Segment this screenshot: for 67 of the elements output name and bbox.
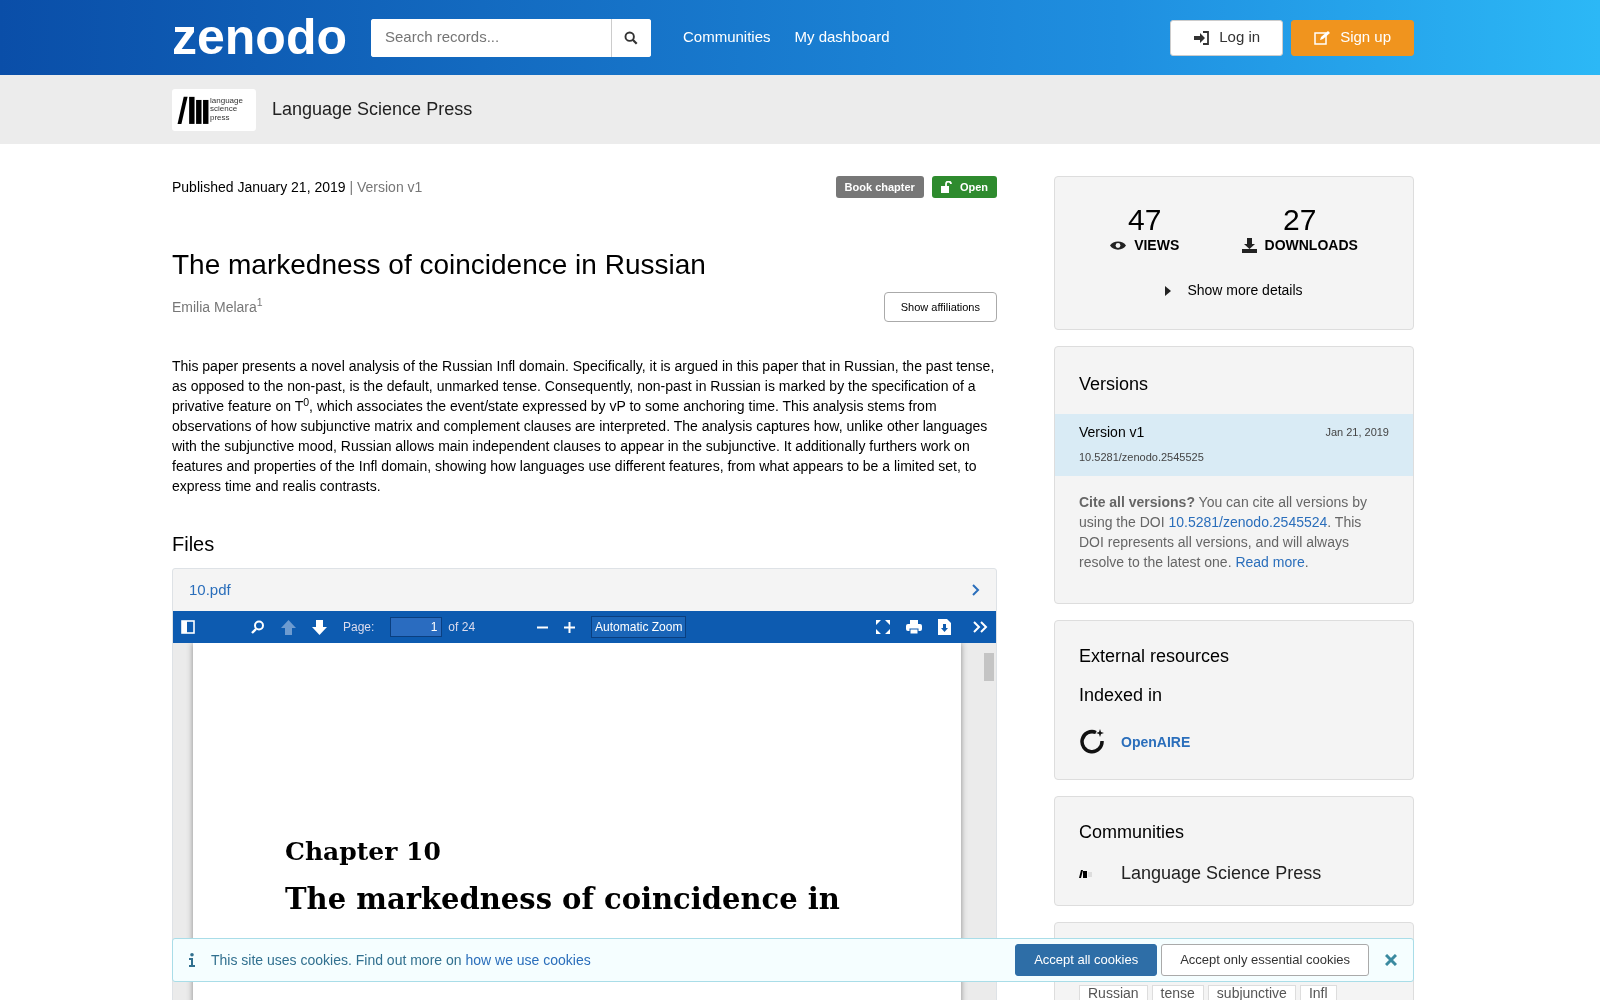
- version-label: | Version v1: [349, 178, 423, 195]
- community-logo[interactable]: language science press: [172, 88, 256, 131]
- record-title: The markedness of coincidence in Russian: [172, 248, 707, 282]
- login-arrow-icon: [1193, 30, 1210, 45]
- search-icon[interactable]: [251, 620, 265, 635]
- keyword-tag[interactable]: subjunctive: [1207, 985, 1296, 1000]
- type-badge: Book chapter: [835, 175, 924, 199]
- community-link[interactable]: Language Science Press: [1121, 860, 1322, 887]
- close-icon[interactable]: [1385, 954, 1397, 966]
- search-field[interactable]: Search records...: [371, 18, 651, 57]
- communities-heading: Communities: [1079, 821, 1186, 844]
- files-heading: Files: [172, 532, 216, 557]
- show-affiliations-button[interactable]: Show affiliations: [883, 291, 997, 323]
- author-name[interactable]: Emilia Melara$^{1}$: [172, 296, 263, 318]
- views-label: VIEWS: [1134, 236, 1180, 255]
- search-button[interactable]: [611, 18, 651, 57]
- chapter-number: Chapter 10: [285, 836, 442, 869]
- cookie-message: This site uses cookies. Find out more on how we use cookies: [211, 950, 591, 970]
- login-button[interactable]: Log in: [1170, 19, 1284, 56]
- community-logo-text: language science press: [210, 96, 243, 123]
- eye-icon: [1110, 240, 1127, 251]
- download-icon[interactable]: [938, 619, 951, 636]
- arrow-down-icon[interactable]: [312, 619, 327, 635]
- pencil-square-icon: [1314, 29, 1331, 46]
- keyword-tag[interactable]: Russian: [1079, 985, 1148, 1000]
- show-more-details-link[interactable]: Show more details: [1055, 280, 1413, 301]
- read-more-link[interactable]: Read more: [1235, 553, 1305, 570]
- keyword-tag[interactable]: Infl: [1299, 985, 1337, 1000]
- cookie-policy-link[interactable]: how we use cookies: [465, 951, 591, 968]
- versions-heading: Versions: [1078, 373, 1150, 396]
- accept-essential-cookies-button[interactable]: Accept only essential cookies: [1161, 944, 1369, 976]
- openaire-link[interactable]: OpenAIRE: [1121, 731, 1191, 753]
- sidebar-toggle-icon[interactable]: [181, 620, 195, 635]
- version-item[interactable]: Version v1 Jan 21, 2019 10.5281/zenodo.2545525: [1055, 414, 1413, 476]
- publication-date: Published January 21, 2019: [172, 178, 346, 195]
- abstract: This paper presents a novel analysis of the Russian Infl domain. Specifically, it is argued in this paper that in Russian, the past tense, as opposed to the non-past, is the default, unmarked tense. Consequently, non-past in Russian is marked by the specification of a privative feature on T$^{0}$, which associates the event/state expressed by vP to some anchoring time. This analysis stems from observations of how subjunctive matrix and complement clauses are interpreted. The analysis captures how, unlike other languages with the subjunctive mood, Russian allows main independent clauses to appear in the subjunctive. It additionally furthers work on features and properties of the Infl domain, showing how languages use different features, from what appears to be a limited set, to express time and realis contrasts.: [172, 357, 996, 497]
- zoom-select[interactable]: Automatic Zoom: [591, 616, 687, 639]
- scrollbar-thumb: [984, 653, 994, 682]
- indexed-in-heading: Indexed in: [1079, 684, 1164, 707]
- openaire-logo-icon: [1079, 729, 1105, 755]
- community-name: Language Science Press: [272, 98, 473, 121]
- info-icon: [189, 953, 195, 967]
- double-chevron-icon[interactable]: [973, 621, 988, 634]
- external-resources-heading: External resources: [1079, 645, 1231, 668]
- search-icon[interactable]: [624, 31, 639, 46]
- print-icon[interactable]: [906, 620, 922, 635]
- fullscreen-icon[interactable]: [876, 620, 890, 635]
- chevron-right-icon[interactable]: [972, 584, 980, 597]
- nav-link[interactable]: Communities: [675, 26, 771, 49]
- zoom-in-icon[interactable]: [564, 621, 576, 633]
- download-icon: [1241, 238, 1257, 253]
- accept-all-cookies-button[interactable]: Accept all cookies: [1015, 944, 1158, 976]
- nav-link[interactable]: My dashboard: [794, 26, 890, 49]
- keyword-tag[interactable]: tense: [1151, 985, 1204, 1000]
- file-link[interactable]: 10.pdf: [189, 578, 231, 602]
- page-label: Page:: [343, 619, 375, 637]
- logo[interactable]: zenodo: [172, 6, 347, 69]
- cite-all-versions-text: Cite all versions? You can cite all versions by using the DOI 10.5281/zenodo.2545524. This DOI represents all versions, and will always resolve to the latest one. Read more.: [1078, 492, 1368, 572]
- page-number-field[interactable]: 1: [390, 617, 443, 638]
- page-count: of 24: [448, 619, 476, 637]
- chapter-title: The markedness of coincidence in: [285, 882, 841, 916]
- downloads-count: 27: [1282, 205, 1318, 235]
- downloads-label: DOWNLOADS: [1264, 236, 1358, 255]
- caret-right-icon: [1165, 285, 1172, 296]
- community-logo-icon: [1079, 869, 1093, 878]
- access-badge: Open: [931, 175, 997, 199]
- views-count: 47: [1127, 205, 1163, 235]
